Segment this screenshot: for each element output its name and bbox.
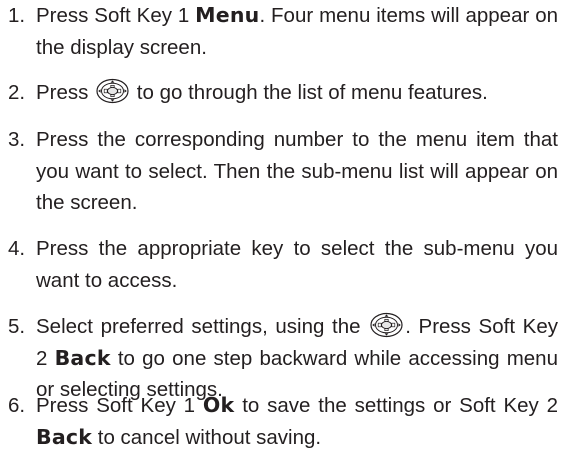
step-6: 6. Press Soft Key 1 Ok to save the setti… — [8, 390, 558, 453]
step-text: Press Soft Key 1 — [36, 4, 196, 27]
step-number: 6. — [8, 394, 26, 417]
instruction-steps: 1. Press Soft Key 1 Menu. Four menu item… — [0, 0, 565, 459]
step-text: Press — [36, 81, 95, 104]
navigation-key-icon — [370, 312, 403, 338]
step-number: 4. — [8, 237, 26, 260]
step-text: Press the corresponding number to the me… — [36, 128, 558, 214]
menu-keyword: Menu — [195, 3, 260, 27]
back-keyword: Back — [54, 345, 111, 370]
step-text: Press the appropriate key to select the … — [36, 237, 558, 292]
step-number: 3. — [8, 128, 26, 151]
step-1: 1. Press Soft Key 1 Menu. Four menu item… — [8, 0, 558, 63]
step-4: 4. Press the appropriate key to select t… — [8, 233, 558, 296]
navigation-key-icon — [96, 78, 129, 104]
step-2: 2. Press to go through the list of menu … — [8, 77, 558, 109]
step-text: to go through the list of menu features. — [131, 81, 488, 104]
step-number: 1. — [8, 4, 26, 27]
step-number: 5. — [8, 315, 26, 338]
step-text: to save the settings or Soft Key 2 — [234, 394, 559, 417]
step-text: Press Soft Key 1 — [36, 394, 203, 417]
step-text: to cancel without saving. — [92, 425, 322, 449]
step-3: 3. Press the corresponding number to the… — [8, 124, 558, 219]
back-keyword: Back — [36, 424, 93, 449]
step-text: Select preferred settings, using the — [36, 315, 369, 338]
step-number: 2. — [8, 81, 26, 104]
ok-keyword: Ok — [202, 393, 235, 417]
